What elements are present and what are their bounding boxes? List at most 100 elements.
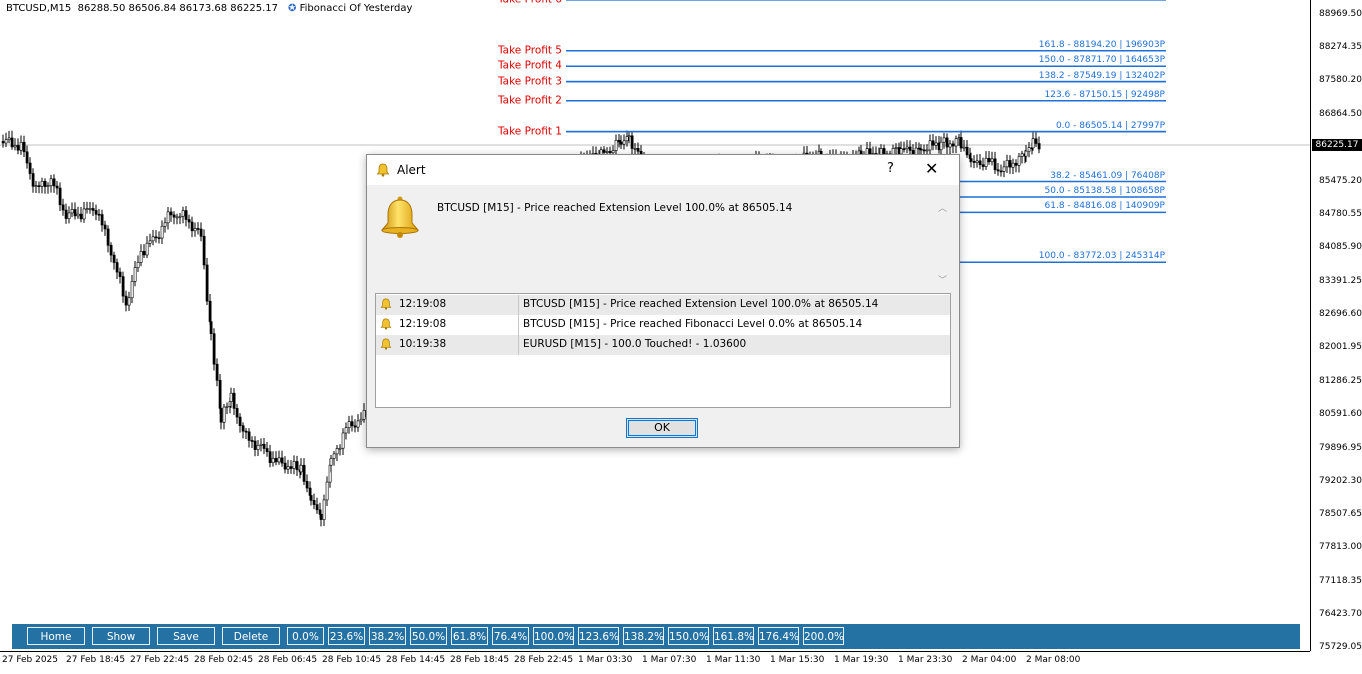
- indicator-name: Fibonacci Of Yesterday: [299, 3, 413, 14]
- ohlc-values: 86288.50 86506.84 86173.68 86225.17: [77, 3, 279, 14]
- alert-text: BTCUSD [M15] - Price reached Fibonacci L…: [523, 318, 863, 330]
- scroll-up-icon[interactable]: ︿: [938, 201, 947, 214]
- candlestick: [265, 441, 269, 457]
- ok-button[interactable]: OK: [626, 418, 698, 438]
- candlestick: [19, 135, 23, 155]
- candlestick: [225, 402, 229, 415]
- price-axis-label: 77813.00: [1319, 542, 1362, 553]
- close-icon[interactable]: ✕: [925, 159, 938, 178]
- candlestick: [280, 450, 284, 467]
- fib-level-label: 38.2 - 85461.09 | 76408P: [1050, 170, 1165, 181]
- alert-history-row[interactable]: 12:19:08 BTCUSD [M15] - Price reached Fib…: [376, 315, 950, 335]
- fib-level-label: 161.8 - 88194.20 | 196903P: [1038, 39, 1165, 50]
- candlestick: [286, 459, 290, 474]
- candlestick: [962, 139, 966, 152]
- candlestick: [259, 438, 263, 452]
- candlestick: [1031, 131, 1035, 151]
- toolbar-button-123-6[interactable]: 123.6%: [578, 627, 619, 645]
- time-axis-label: 27 Feb 22:45: [130, 655, 190, 665]
- candlestick: [64, 203, 68, 224]
- toolbar-button-100-0[interactable]: 100.0%: [533, 627, 574, 645]
- candlestick: [109, 242, 113, 263]
- price-axis[interactable]: 88969.50 88274.35 87580.20 86864.50 85475.20…: [1310, 0, 1362, 652]
- candlestick: [619, 135, 623, 149]
- candlestick: [356, 414, 360, 432]
- toolbar-button-176-4[interactable]: 176.4%: [758, 627, 799, 645]
- candlestick: [163, 217, 167, 233]
- bell-icon: [376, 162, 390, 181]
- candlestick: [88, 201, 92, 214]
- time-axis[interactable]: 27 Feb 2025 27 Feb 18:45 27 Feb 22:45 28 Fe…: [0, 651, 1310, 674]
- bell-icon-large: [379, 195, 421, 243]
- toolbar-button-0-0[interactable]: 0.0%: [287, 627, 324, 645]
- take-profit-label: Take Profit 2: [497, 94, 562, 107]
- candlestick: [73, 202, 77, 220]
- candlestick: [292, 455, 296, 475]
- toolbar-button-38-2[interactable]: 38.2%: [369, 627, 406, 645]
- candlestick: [235, 403, 239, 424]
- candlestick: [76, 206, 80, 219]
- toolbar-button-home[interactable]: Home: [27, 627, 85, 645]
- candlestick: [1011, 158, 1015, 175]
- time-axis-label: 28 Feb 02:45: [194, 655, 254, 665]
- toolbar-button-50-0[interactable]: 50.0%: [410, 627, 447, 645]
- candlestick: [112, 251, 116, 270]
- scroll-down-icon[interactable]: ﹀: [938, 273, 947, 286]
- price-axis-label: 82696.60: [1319, 308, 1362, 319]
- alert-titlebar[interactable]: Alert ? ✕: [367, 155, 959, 185]
- candlestick: [58, 182, 62, 211]
- candlestick: [325, 476, 329, 507]
- candlestick: [987, 151, 991, 165]
- price-axis-label: 85475.20: [1319, 175, 1362, 186]
- help-button[interactable]: ?: [887, 161, 894, 176]
- message-scrollbar[interactable]: ︿ ﹀: [935, 201, 951, 287]
- candlestick: [350, 415, 354, 432]
- candlestick: [630, 131, 634, 156]
- candlestick: [193, 222, 197, 237]
- toolbar-button-show[interactable]: Show: [92, 627, 150, 645]
- candlestick: [247, 428, 251, 448]
- time-axis-label: 1 Mar 03:30: [578, 655, 633, 665]
- candlestick: [244, 428, 248, 440]
- candlestick: [133, 260, 137, 287]
- alert-history-list[interactable]: 12:19:08 BTCUSD [M15] - Price reached Ext…: [375, 293, 951, 408]
- alert-title: Alert: [397, 163, 426, 177]
- bell-icon: [380, 298, 392, 313]
- price-axis-label: 83391.25: [1319, 275, 1362, 286]
- candlestick: [127, 291, 131, 311]
- candlestick: [130, 275, 134, 304]
- candlestick: [905, 140, 909, 154]
- alert-dialog: Alert ? ✕ BTCUSD [M15] - Price reached E…: [366, 154, 960, 448]
- bell-icon: [380, 338, 392, 353]
- toolbar-button-161-8[interactable]: 161.8%: [713, 627, 754, 645]
- candlestick: [13, 138, 17, 151]
- toolbar-button-150-0[interactable]: 150.0%: [668, 627, 709, 645]
- toolbar-button-delete[interactable]: Delete: [222, 627, 280, 645]
- candlestick: [154, 230, 158, 243]
- price-axis-label: 79202.30: [1319, 475, 1362, 486]
- alert-text: EURUSD [M15] - 100.0 Touched! - 1.03600: [523, 338, 747, 350]
- toolbar-button-76-4[interactable]: 76.4%: [492, 627, 529, 645]
- toolbar-button-save[interactable]: Save: [157, 627, 215, 645]
- candlestick: [975, 154, 979, 168]
- candlestick: [28, 157, 32, 180]
- candlestick: [160, 220, 164, 244]
- bell-icon: [380, 318, 392, 333]
- fib-level-label: 150.0 - 87871.70 | 164653P: [1038, 55, 1165, 66]
- candlestick: [972, 155, 976, 169]
- candlestick: [302, 458, 306, 485]
- candlestick: [250, 436, 254, 448]
- alert-history-row[interactable]: 12:19:08 BTCUSD [M15] - Price reached Ext…: [376, 295, 950, 315]
- candlestick: [215, 358, 219, 387]
- alert-history-row[interactable]: 10:19:38 EURUSD [M15] - 100.0 Touched! - …: [376, 335, 950, 355]
- candlestick: [49, 174, 53, 193]
- candlestick: [283, 456, 287, 474]
- toolbar-button-61-8[interactable]: 61.8%: [451, 627, 488, 645]
- alert-time: 12:19:08: [399, 318, 447, 330]
- toolbar-button-23-6[interactable]: 23.6%: [328, 627, 365, 645]
- column-divider: [518, 335, 519, 355]
- toolbar-button-200-0[interactable]: 200.0%: [803, 627, 844, 645]
- candlestick: [196, 222, 200, 235]
- candlestick: [34, 180, 38, 194]
- toolbar-button-138-2[interactable]: 138.2%: [623, 627, 664, 645]
